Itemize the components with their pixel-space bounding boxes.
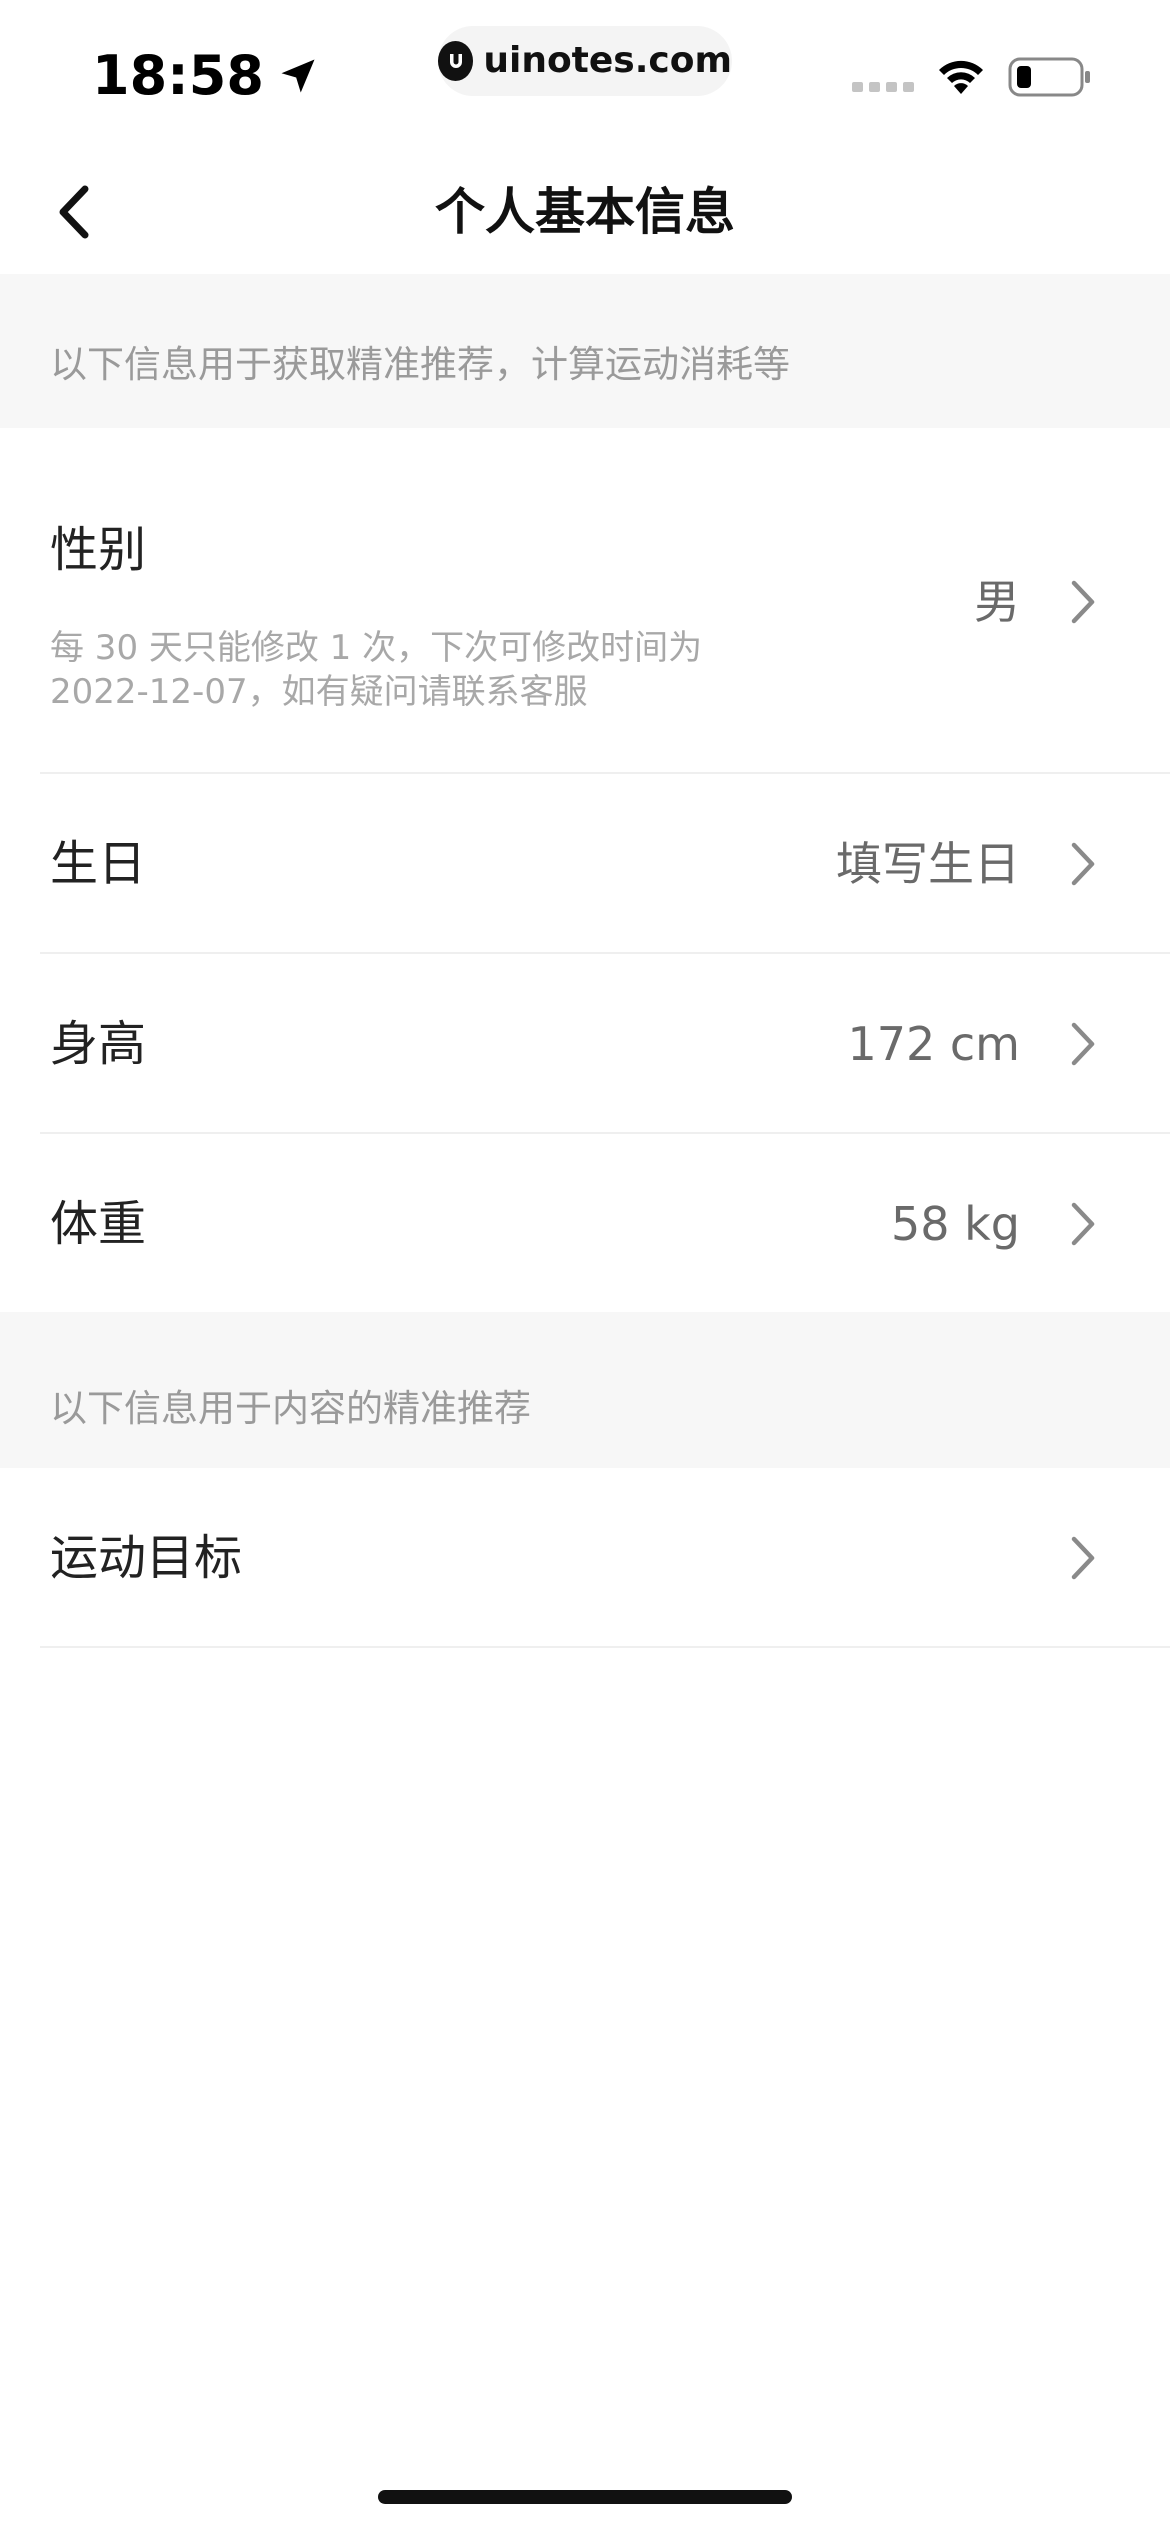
birthday-label: 生日 [50,836,147,892]
gender-row[interactable]: 性别 每 30 天只能修改 1 次，下次可修改时间为 2022-12-07，如有… [0,428,1170,774]
gender-value: 男 [974,575,1020,629]
url-pill[interactable]: uinotes.com [438,26,732,96]
back-button[interactable] [40,172,110,252]
section-header-text: 以下信息用于获取精准推荐，计算运动消耗等 [50,343,790,386]
chevron-right-icon [1071,1202,1095,1246]
sport-goal-label: 运动目标 [50,1530,243,1586]
weight-label: 体重 [50,1196,147,1252]
section-header-content: 以下信息用于内容的精准推荐 [0,1312,1170,1468]
page-title: 个人基本信息 [435,183,735,241]
sport-goal-row[interactable]: 运动目标 [0,1468,1170,1648]
status-time-text: 18:58 [92,44,264,107]
weight-row[interactable]: 体重 58 kg [0,1134,1170,1312]
height-row[interactable]: 身高 172 cm [0,954,1170,1134]
wifi-icon [939,60,983,94]
birthday-value: 填写生日 [836,837,1020,891]
birthday-row[interactable]: 生日 填写生日 [0,774,1170,954]
chevron-right-icon [1071,1022,1095,1066]
status-time: 18:58 [92,44,320,108]
battery-icon [1008,57,1090,97]
weight-value: 58 kg [891,1197,1020,1251]
height-label: 身高 [50,1016,147,1072]
uinotes-logo-icon [438,41,474,81]
gender-note: 每 30 天只能修改 1 次，下次可修改时间为 2022-12-07，如有疑问请… [50,628,703,712]
nav-bar: 个人基本信息 [0,150,1170,274]
row-divider [40,1646,1170,1648]
section-header-text: 以下信息用于内容的精准推荐 [50,1387,531,1430]
cellular-signal-icon [852,82,914,92]
gender-label: 性别 [50,522,147,578]
status-bar: 18:58 uinotes.com [0,0,1170,150]
chevron-right-icon [1071,580,1095,624]
chevron-right-icon [1071,1536,1095,1580]
height-value: 172 cm [847,1017,1020,1071]
location-arrow-icon [281,59,315,93]
url-text: uinotes.com [483,40,732,81]
chevron-left-icon [59,185,89,239]
app-screen: 18:58 uinotes.com 个人基本信息 以下信息用于获取精准推荐，计算… [0,0,1170,2532]
chevron-right-icon [1071,842,1095,886]
home-indicator[interactable] [378,2490,792,2504]
section-header-basic: 以下信息用于获取精准推荐，计算运动消耗等 [0,274,1170,428]
